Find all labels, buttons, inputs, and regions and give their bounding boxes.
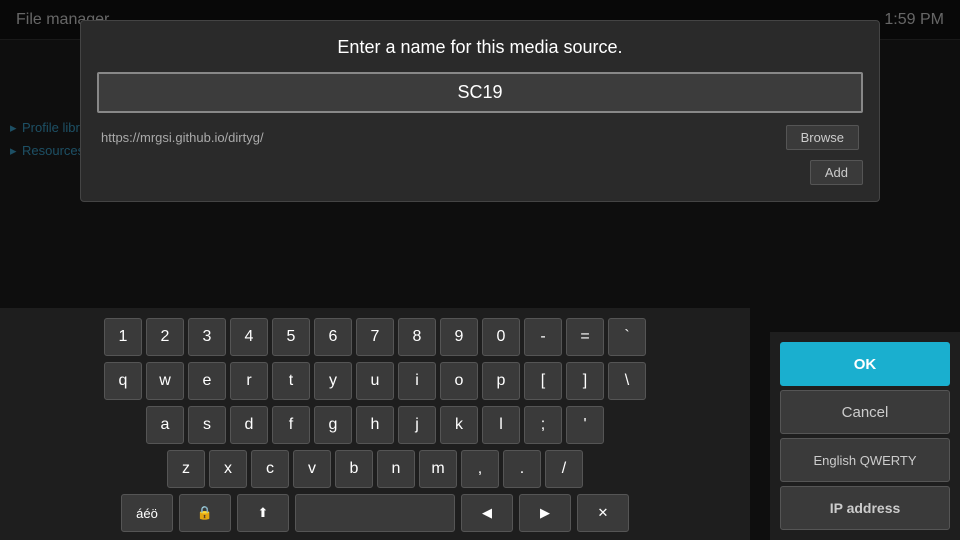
key-backspace[interactable]: ✕ (577, 494, 629, 532)
language-button[interactable]: English QWERTY (780, 438, 950, 482)
key-8[interactable]: 8 (398, 318, 436, 356)
key-o[interactable]: o (440, 362, 478, 400)
left-arrow-icon: ◀ (482, 505, 492, 521)
key-f[interactable]: f (272, 406, 310, 444)
key-k[interactable]: k (440, 406, 478, 444)
key-shift-lock[interactable]: 🔒 (179, 494, 231, 532)
key-g[interactable]: g (314, 406, 352, 444)
key-d[interactable]: d (230, 406, 268, 444)
key-backslash[interactable]: \ (608, 362, 646, 400)
key-j[interactable]: j (398, 406, 436, 444)
key-shift[interactable]: ⬆ (237, 494, 289, 532)
key-a[interactable]: a (146, 406, 184, 444)
key-minus[interactable]: - (524, 318, 562, 356)
key-period[interactable]: . (503, 450, 541, 488)
shift-lock-icon: 🔒 (197, 505, 213, 521)
key-s[interactable]: s (188, 406, 226, 444)
key-b[interactable]: b (335, 450, 373, 488)
backspace-icon: ✕ (598, 505, 609, 521)
key-0[interactable]: 0 (482, 318, 520, 356)
shift-icon: ⬆ (258, 505, 269, 521)
key-special-chars[interactable]: áéö (121, 494, 173, 532)
source-url: https://mrgsi.github.io/dirtyg/ (101, 130, 264, 145)
key-right[interactable]: ▶ (519, 494, 571, 532)
key-lbracket[interactable]: [ (524, 362, 562, 400)
key-9[interactable]: 9 (440, 318, 478, 356)
key-space[interactable] (295, 494, 455, 532)
key-v[interactable]: v (293, 450, 331, 488)
right-arrow-icon: ▶ (540, 505, 550, 521)
key-slash[interactable]: / (545, 450, 583, 488)
key-m[interactable]: m (419, 450, 457, 488)
key-h[interactable]: h (356, 406, 394, 444)
key-n[interactable]: n (377, 450, 415, 488)
key-backtick[interactable]: ` (608, 318, 646, 356)
keyboard-row-numbers: 1 2 3 4 5 6 7 8 9 0 - = ` (16, 318, 734, 356)
cancel-button[interactable]: Cancel (780, 390, 950, 434)
media-source-dialog: Enter a name for this media source. http… (80, 20, 880, 202)
key-semicolon[interactable]: ; (524, 406, 562, 444)
key-quote[interactable]: ' (566, 406, 604, 444)
keyboard-bottom-row: áéö 🔒 ⬆ ◀ ▶ ✕ (16, 494, 734, 532)
key-p[interactable]: p (482, 362, 520, 400)
dialog-input-container (97, 72, 863, 113)
key-u[interactable]: u (356, 362, 394, 400)
key-4[interactable]: 4 (230, 318, 268, 356)
dialog-prompt: Enter a name for this media source. (97, 37, 863, 58)
key-7[interactable]: 7 (356, 318, 394, 356)
keyboard-row-qwerty: q w e r t y u i o p [ ] \ (16, 362, 734, 400)
browse-button[interactable]: Browse (786, 125, 859, 150)
add-button[interactable]: Add (810, 160, 863, 185)
key-q[interactable]: q (104, 362, 142, 400)
key-z[interactable]: z (167, 450, 205, 488)
key-equals[interactable]: = (566, 318, 604, 356)
key-comma[interactable]: , (461, 450, 499, 488)
key-rbracket[interactable]: ] (566, 362, 604, 400)
source-name-input[interactable] (97, 72, 863, 113)
key-i[interactable]: i (398, 362, 436, 400)
key-x[interactable]: x (209, 450, 247, 488)
key-3[interactable]: 3 (188, 318, 226, 356)
key-e[interactable]: e (188, 362, 226, 400)
key-1[interactable]: 1 (104, 318, 142, 356)
key-l[interactable]: l (482, 406, 520, 444)
key-r[interactable]: r (230, 362, 268, 400)
key-left[interactable]: ◀ (461, 494, 513, 532)
right-panel: OK Cancel English QWERTY IP address (770, 332, 960, 540)
key-c[interactable]: c (251, 450, 289, 488)
ip-address-button[interactable]: IP address (780, 486, 950, 530)
key-2[interactable]: 2 (146, 318, 184, 356)
key-y[interactable]: y (314, 362, 352, 400)
key-t[interactable]: t (272, 362, 310, 400)
keyboard-row-asdf: a s d f g h j k l ; ' (16, 406, 734, 444)
key-w[interactable]: w (146, 362, 184, 400)
key-5[interactable]: 5 (272, 318, 310, 356)
ok-button[interactable]: OK (780, 342, 950, 386)
keyboard: 1 2 3 4 5 6 7 8 9 0 - = ` q w e r t y u … (0, 308, 750, 540)
keyboard-row-zxcv: z x c v b n m , . / (16, 450, 734, 488)
dialog-source-row: https://mrgsi.github.io/dirtyg/ Browse (97, 125, 863, 150)
key-6[interactable]: 6 (314, 318, 352, 356)
